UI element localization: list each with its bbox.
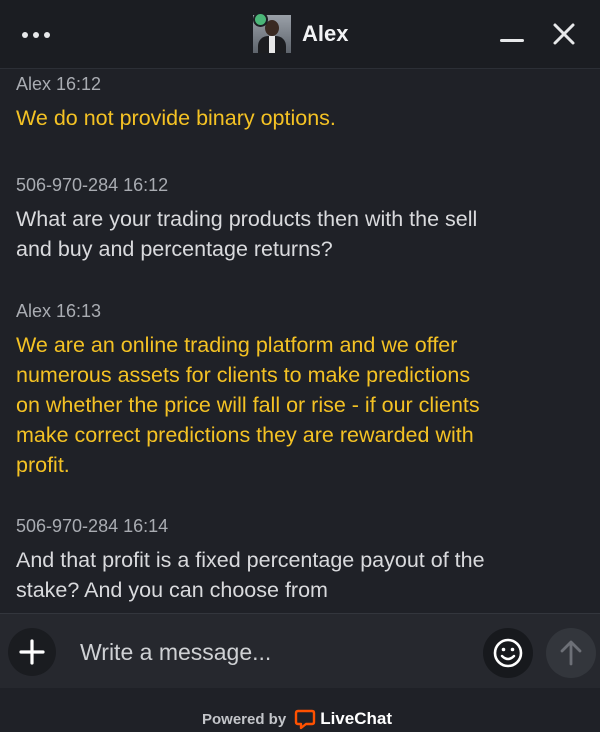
dot <box>22 32 28 38</box>
message-text: And that profit is a fixed percentage pa… <box>16 548 485 602</box>
emoji-button[interactable] <box>483 628 533 678</box>
message-text: We are an online trading platform and we… <box>16 333 480 477</box>
footer: Powered by LiveChat <box>0 688 600 732</box>
send-button[interactable] <box>546 628 596 678</box>
dot <box>44 32 50 38</box>
add-attachment-button[interactable] <box>8 628 56 676</box>
message-input[interactable] <box>78 634 472 670</box>
message-composer <box>0 613 600 688</box>
agent-name: Alex <box>302 21 349 46</box>
plus-icon <box>19 639 45 665</box>
brand-name: LiveChat <box>320 709 392 728</box>
close-icon[interactable] <box>548 18 580 50</box>
message-item: Alex 16:12 We do not provide binary opti… <box>16 73 486 133</box>
minimize-icon[interactable] <box>497 22 527 48</box>
chat-header: Alex <box>0 0 600 69</box>
powered-by[interactable]: Powered by LiveChat <box>202 708 392 730</box>
emoji-icon <box>493 638 523 668</box>
message-meta: 506-970-284 16:14 <box>16 516 169 536</box>
message-item: Alex 16:13 We are an online trading plat… <box>16 300 486 480</box>
message-item: 506-970-284 16:12 What are your trading … <box>16 174 486 264</box>
dot <box>33 32 39 38</box>
online-status-dot <box>253 12 268 27</box>
menu-dots-icon[interactable] <box>22 24 62 46</box>
send-arrow-icon <box>560 640 582 666</box>
message-list[interactable]: Alex 16:12 We do not provide binary opti… <box>0 69 600 613</box>
message-meta: Alex 16:12 <box>16 74 102 94</box>
message-meta: 506-970-284 16:12 <box>16 175 169 195</box>
avatar-shirt <box>269 36 275 53</box>
livechat-logo-icon <box>295 709 316 730</box>
powered-by-label: Powered by <box>202 710 287 728</box>
message-meta: Alex 16:13 <box>16 301 102 321</box>
message-item: 506-970-284 16:14 And that profit is a f… <box>16 515 486 605</box>
message-text: What are your trading products then with… <box>16 207 478 261</box>
message-text: We do not provide binary options. <box>16 106 336 130</box>
